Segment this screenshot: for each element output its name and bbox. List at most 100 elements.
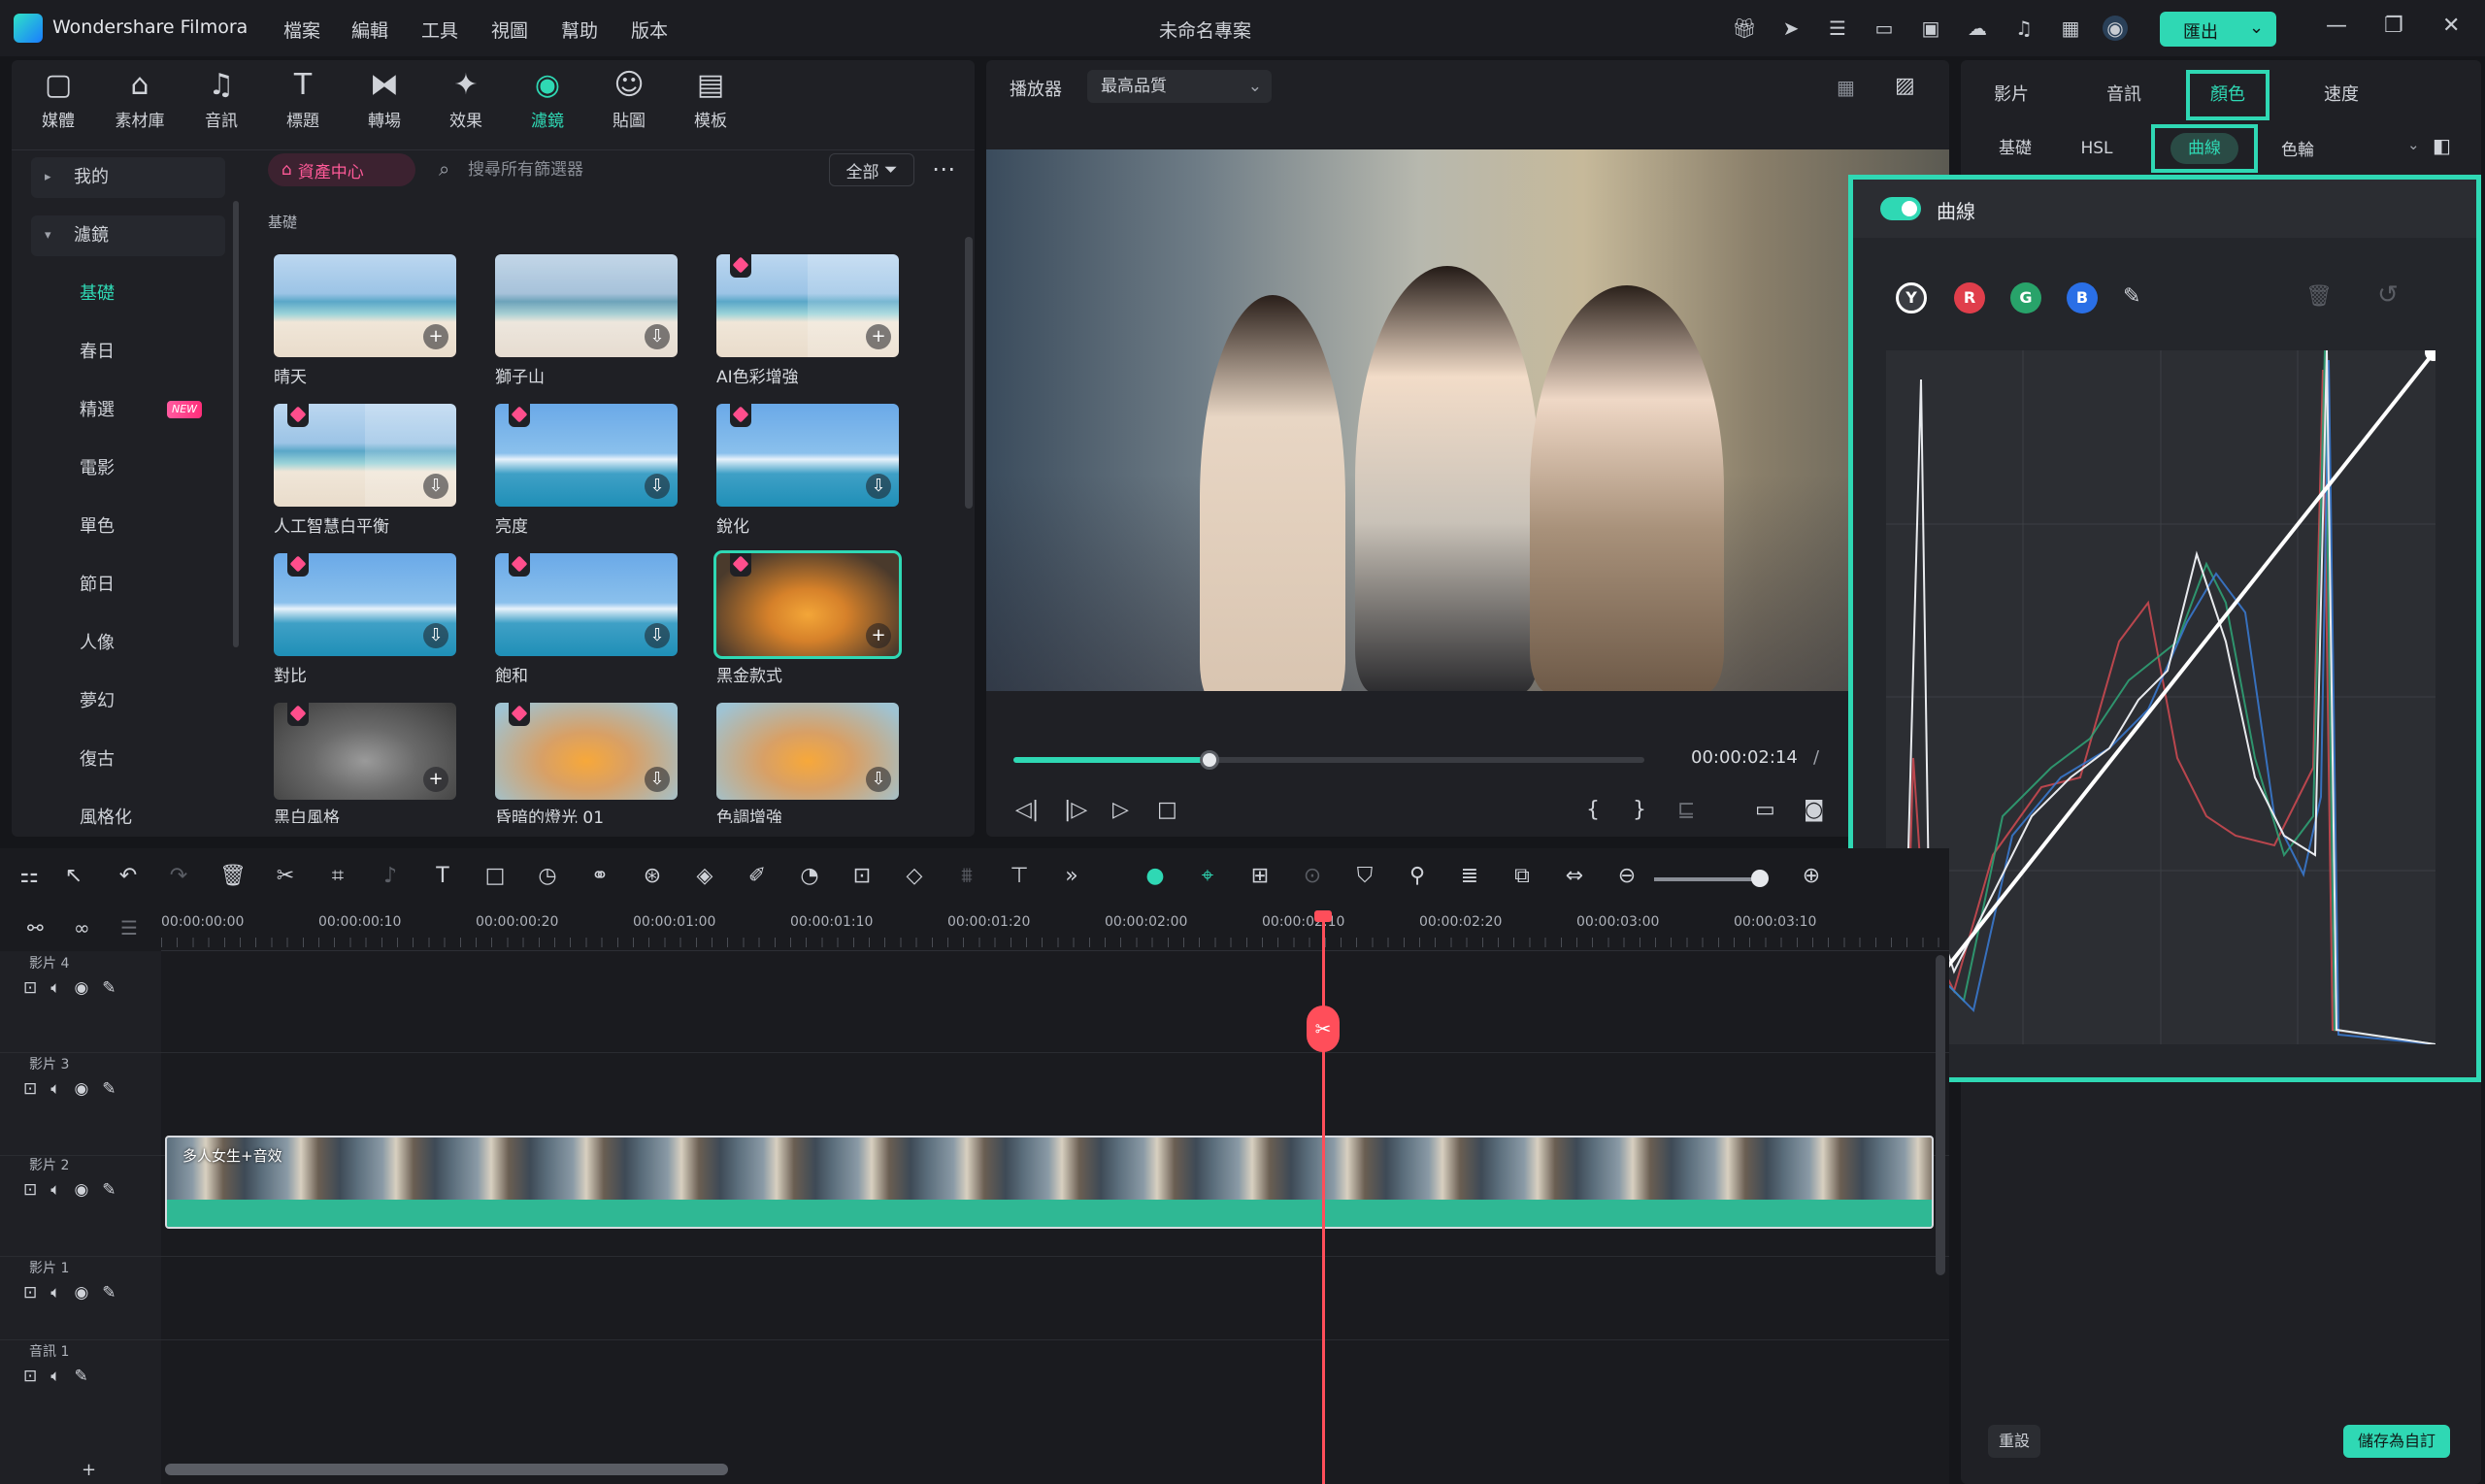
- ai-edit-icon[interactable]: ✐: [744, 864, 771, 888]
- export-button[interactable]: 匯出 ⌄: [2160, 12, 2276, 47]
- filter-thumb-bw[interactable]: +: [274, 703, 456, 800]
- timeline-horizontal-scrollbar[interactable]: [165, 1464, 728, 1475]
- tab-audio[interactable]: 音訊: [2073, 70, 2174, 120]
- quality-dropdown[interactable]: 最高品質 ⌄: [1087, 70, 1272, 103]
- speed-icon[interactable]: ◷: [534, 864, 561, 888]
- tasks-icon[interactable]: ☰: [1825, 16, 1850, 41]
- sidebar-item-retro[interactable]: 復古: [31, 740, 225, 780]
- crop-icon[interactable]: ⌗: [324, 864, 351, 888]
- zoom-in-icon[interactable]: ⊕: [1798, 864, 1825, 888]
- tab-templates[interactable]: ▤ 模板: [672, 68, 749, 131]
- tab-video[interactable]: 影片: [1961, 70, 2062, 120]
- timer-icon[interactable]: ◔: [796, 864, 823, 888]
- eyedropper-icon[interactable]: ✎: [2123, 284, 2140, 309]
- apps-grid-icon[interactable]: ▦: [2058, 16, 2083, 41]
- filter-thumb-brightness[interactable]: ⇩: [495, 404, 678, 507]
- sidebar-group-filters[interactable]: ▾ 濾鏡: [31, 215, 225, 256]
- curve-graph[interactable]: [1886, 350, 2435, 1044]
- compare-split-icon[interactable]: ◧: [2433, 134, 2451, 157]
- sidebar-item-spring[interactable]: 春日: [31, 332, 225, 373]
- channel-red-button[interactable]: R: [1954, 282, 1985, 313]
- send-icon[interactable]: ➤: [1778, 16, 1804, 41]
- headset-icon[interactable]: ♫: [2011, 16, 2037, 41]
- zoom-out-icon[interactable]: ⊖: [1613, 864, 1640, 888]
- tab-stickers[interactable]: ☺ 貼圖: [590, 68, 668, 131]
- color-match-icon[interactable]: ⚭: [586, 864, 613, 888]
- mark-out-icon[interactable]: }: [1633, 798, 1646, 822]
- playhead[interactable]: [1322, 912, 1325, 1484]
- chevron-down-icon[interactable]: ⌄: [2407, 136, 2420, 153]
- filter-thumb-dim-light[interactable]: ⇩: [495, 703, 678, 800]
- more-tools-icon[interactable]: »: [1058, 864, 1085, 888]
- color-wheel-dropdown[interactable]: 色輪: [2281, 136, 2314, 160]
- track-controls[interactable]: ⊡🔈︎◉✎: [23, 1283, 130, 1303]
- gift-icon[interactable]: 🎁︎: [1732, 16, 1757, 41]
- download-icon[interactable]: ⇩: [645, 767, 670, 792]
- undo-icon[interactable]: ↶: [115, 864, 142, 888]
- track-controls[interactable]: ⊡🔈︎✎: [23, 1367, 102, 1386]
- reset-curve-icon[interactable]: ↺: [2377, 280, 2399, 310]
- grid-view-icon[interactable]: ▦: [1837, 76, 1855, 99]
- render-icon[interactable]: ●: [1142, 864, 1169, 888]
- tab-audio[interactable]: ♫ 音訊: [182, 68, 260, 131]
- download-icon[interactable]: ⇩: [645, 324, 670, 349]
- chevron-down-icon[interactable]: ⌄: [2249, 17, 2264, 38]
- tab-transitions[interactable]: ⧓ 轉場: [346, 68, 423, 131]
- link-icon[interactable]: ∞: [74, 916, 90, 940]
- download-icon[interactable]: ⇩: [866, 474, 891, 499]
- tab-media[interactable]: ▢ 媒體: [19, 68, 97, 131]
- keyframe-icon[interactable]: ◇: [901, 864, 928, 888]
- unlink-icon[interactable]: ⚯: [27, 916, 44, 940]
- snapshot-image-icon[interactable]: ▨: [1895, 74, 1915, 98]
- filter-thumb-black-gold[interactable]: +: [713, 550, 902, 659]
- subtab-curves[interactable]: 曲線: [2151, 124, 2258, 173]
- sidebar-item-movie[interactable]: 電影: [31, 448, 225, 489]
- time-ruler[interactable]: 00:00:00:00 00:00:00:10 00:00:00:20 00:0…: [161, 912, 1949, 951]
- select-arrow-icon[interactable]: ↖: [60, 864, 87, 888]
- delete-icon[interactable]: 🗑︎: [219, 864, 247, 888]
- microphone-icon[interactable]: ⚲: [1404, 864, 1431, 888]
- audio-detach-icon[interactable]: ♪: [377, 864, 404, 888]
- channel-luma-button[interactable]: Y: [1896, 282, 1927, 313]
- stop-icon[interactable]: □: [1157, 798, 1177, 822]
- download-icon[interactable]: ⇩: [645, 623, 670, 648]
- download-icon[interactable]: ⇩: [423, 474, 448, 499]
- cloud-icon[interactable]: ☁: [1965, 16, 1990, 41]
- filter-thumb-ai-color[interactable]: +: [716, 254, 899, 357]
- ai-audio-icon[interactable]: ◈: [691, 864, 718, 888]
- tab-filters[interactable]: ◉ 濾鏡: [509, 68, 586, 131]
- shield-icon[interactable]: ⛉: [1351, 864, 1378, 888]
- zoom-slider[interactable]: [1654, 877, 1761, 881]
- track-manager-icon[interactable]: ☰: [120, 916, 138, 940]
- timeline-vertical-scrollbar[interactable]: [1936, 955, 1945, 1275]
- tab-color[interactable]: 顏色: [2186, 70, 2270, 120]
- filter-thumb-contrast[interactable]: ⇩: [274, 553, 456, 656]
- tab-speed[interactable]: 速度: [2291, 70, 2392, 120]
- record-icon[interactable]: ⊙: [1299, 864, 1326, 888]
- filter-search-input[interactable]: [468, 153, 817, 186]
- redo-icon[interactable]: ↷: [165, 864, 192, 888]
- fit-icon[interactable]: ⇔: [1561, 864, 1588, 888]
- subtab-hsl[interactable]: HSL: [2058, 124, 2136, 173]
- tab-stock[interactable]: ⌂ 素材庫: [101, 68, 179, 131]
- add-icon[interactable]: +: [423, 767, 448, 792]
- sidebar-item-basic[interactable]: 基礎: [31, 274, 225, 314]
- sidebar-item-mono[interactable]: 單色: [31, 507, 225, 547]
- sidebar-item-stylized[interactable]: 風格化: [31, 798, 225, 839]
- text-icon[interactable]: T: [429, 864, 456, 888]
- filter-thumb-tone-enhance[interactable]: ⇩: [716, 703, 899, 800]
- adjust-icon[interactable]: ⩩: [953, 864, 980, 888]
- shape-icon[interactable]: □: [481, 864, 509, 888]
- menu-version[interactable]: 版本: [631, 16, 668, 43]
- menu-view[interactable]: 視圖: [491, 16, 528, 43]
- video-preview[interactable]: [986, 149, 1949, 691]
- insert-icon[interactable]: ⊑: [1677, 798, 1695, 822]
- video-clip[interactable]: 多人女生+音效: [165, 1136, 1934, 1229]
- add-icon[interactable]: +: [423, 324, 448, 349]
- scissors-icon[interactable]: ✂: [1307, 1006, 1340, 1052]
- tab-titles[interactable]: T 標題: [264, 68, 342, 131]
- grid-scrollbar[interactable]: [965, 237, 973, 509]
- restore-icon[interactable]: ❐: [2384, 14, 2403, 38]
- sidebar-scrollbar[interactable]: [233, 201, 239, 647]
- delete-point-icon[interactable]: 🗑︎: [2305, 284, 2333, 309]
